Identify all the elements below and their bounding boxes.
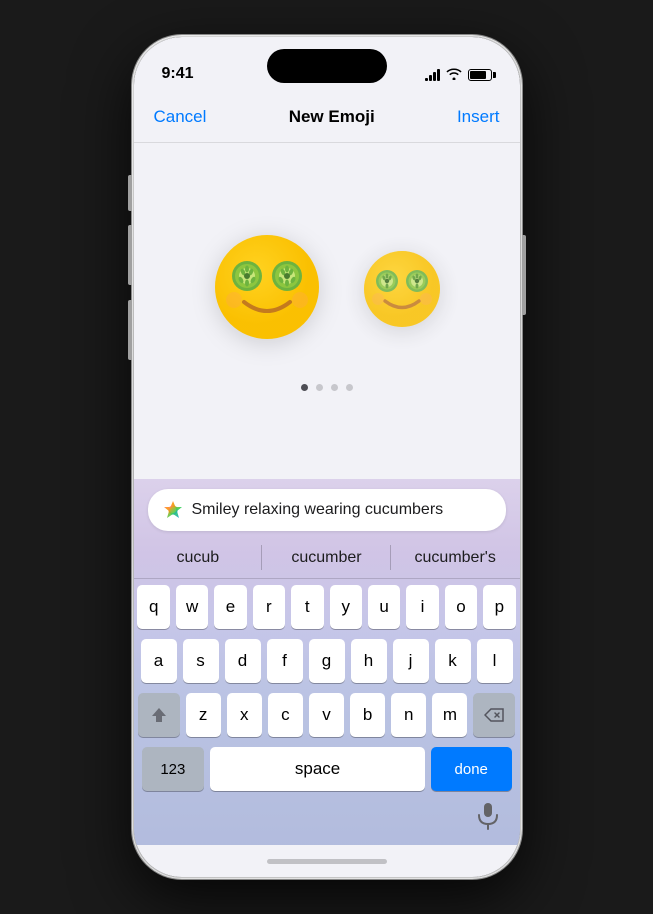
cancel-button[interactable]: Cancel [154,107,207,127]
nav-title: New Emoji [289,107,375,127]
search-field-wrapper: Smiley relaxing wearing cucumbers [134,479,520,537]
phone-frame: 9:41 [132,35,522,879]
volume-down-button[interactable] [128,300,132,360]
power-button[interactable] [522,235,526,315]
battery-icon [468,69,492,81]
insert-button[interactable]: Insert [457,107,500,127]
dot-2[interactable] [316,384,323,391]
autocomplete-cucumbers[interactable]: cucumber's [391,537,520,578]
home-indicator [267,859,387,864]
key-row-1: q w e r t y u i o p [138,585,516,629]
space-key[interactable]: space [210,747,425,791]
wifi-icon [446,67,462,83]
key-j[interactable]: j [393,639,429,683]
key-o[interactable]: o [445,585,477,629]
key-n[interactable]: n [391,693,426,737]
keyboard: q w e r t y u i o p a s [134,579,520,791]
key-q[interactable]: q [137,585,169,629]
done-key[interactable]: done [431,747,512,791]
shift-key[interactable] [138,693,180,737]
key-w[interactable]: w [176,585,208,629]
key-e[interactable]: e [214,585,246,629]
dot-1[interactable] [301,384,308,391]
backspace-key[interactable] [473,693,515,737]
page-dots [301,384,353,391]
shift-icon [150,706,168,724]
key-row-3: z x c v b n m [138,693,516,737]
key-d[interactable]: d [225,639,261,683]
key-row-2: a s d f g h j k l [138,639,516,683]
key-v[interactable]: v [309,693,344,737]
keyboard-section: Smiley relaxing wearing cucumbers cucub … [134,479,520,845]
emoji-row [212,232,442,360]
key-b[interactable]: b [350,693,385,737]
signal-icon [425,69,440,81]
apple-intelligence-icon [162,499,184,521]
emoji-preview-area [134,143,520,479]
home-indicator-area [134,845,520,877]
key-r[interactable]: r [253,585,285,629]
dot-4[interactable] [346,384,353,391]
key-p[interactable]: p [483,585,515,629]
key-u[interactable]: u [368,585,400,629]
phone-screen: 9:41 [134,37,520,877]
dynamic-island [267,49,387,83]
key-t[interactable]: t [291,585,323,629]
autocomplete-cucub[interactable]: cucub [134,537,263,578]
key-y[interactable]: y [330,585,362,629]
screen-content: 9:41 [134,37,520,877]
key-f[interactable]: f [267,639,303,683]
key-m[interactable]: m [432,693,467,737]
key-s[interactable]: s [183,639,219,683]
search-field[interactable]: Smiley relaxing wearing cucumbers [148,489,506,531]
key-x[interactable]: x [227,693,262,737]
bottom-row: 123 space done [138,747,516,791]
microphone-icon[interactable] [474,802,502,830]
nav-bar: Cancel New Emoji Insert [134,91,520,143]
backspace-icon [484,708,504,722]
key-c[interactable]: c [268,693,303,737]
autocomplete-bar: cucub cucumber cucumber's [134,537,520,579]
mic-area [134,797,520,835]
search-input-text: Smiley relaxing wearing cucumbers [192,501,492,519]
key-i[interactable]: i [406,585,438,629]
status-time: 9:41 [162,65,194,83]
autocomplete-cucumber[interactable]: cucumber [262,537,391,578]
main-emoji[interactable] [212,232,322,360]
volume-up-button[interactable] [128,225,132,285]
numbers-key[interactable]: 123 [142,747,205,791]
key-a[interactable]: a [141,639,177,683]
secondary-emoji[interactable] [362,249,442,342]
key-h[interactable]: h [351,639,387,683]
key-k[interactable]: k [435,639,471,683]
dot-3[interactable] [331,384,338,391]
key-l[interactable]: l [477,639,513,683]
key-z[interactable]: z [186,693,221,737]
key-g[interactable]: g [309,639,345,683]
status-icons [425,67,492,83]
